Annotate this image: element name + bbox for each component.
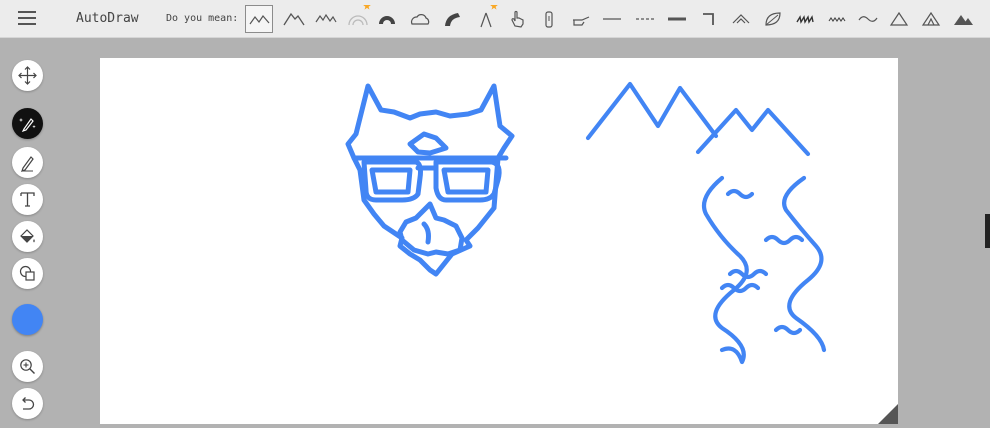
suggestion-mountain-range[interactable] bbox=[312, 5, 340, 33]
app-title: AutoDraw bbox=[76, 11, 139, 26]
zoom-in-icon bbox=[20, 359, 35, 374]
suggestion-strip bbox=[243, 5, 990, 33]
undo-icon bbox=[22, 397, 35, 410]
suggestion-line[interactable] bbox=[598, 5, 626, 33]
suggestion-mountains-outline[interactable] bbox=[245, 5, 273, 33]
undo-tool[interactable] bbox=[12, 388, 43, 419]
move-tool[interactable] bbox=[12, 60, 43, 91]
suggestion-wave-line[interactable] bbox=[854, 5, 882, 33]
owl-drawing bbox=[345, 83, 515, 277]
suggestion-grass[interactable] bbox=[791, 5, 819, 33]
autodraw-tool[interactable] bbox=[12, 108, 43, 139]
suggestion-cloud[interactable] bbox=[406, 5, 434, 33]
canvas-resize-corner[interactable] bbox=[878, 404, 898, 424]
star-icon bbox=[490, 5, 498, 10]
autodraw-icon bbox=[18, 118, 36, 133]
draw-tool[interactable] bbox=[12, 147, 43, 178]
color-picker[interactable] bbox=[12, 304, 43, 335]
fill-tool[interactable] bbox=[12, 221, 43, 252]
suggestion-pointing-hand[interactable] bbox=[567, 5, 595, 33]
fill-bucket-icon bbox=[20, 229, 35, 243]
suggestion-label: Do you mean: bbox=[166, 13, 239, 24]
menu-icon[interactable] bbox=[18, 11, 36, 25]
suggestion-dashed-line[interactable] bbox=[631, 5, 659, 33]
suggestion-camp-tent[interactable] bbox=[917, 5, 945, 33]
suggestion-bottle[interactable] bbox=[535, 5, 563, 33]
suggestion-tent[interactable] bbox=[885, 5, 913, 33]
suggestion-wave[interactable] bbox=[439, 5, 467, 33]
river-drawing bbox=[701, 175, 827, 365]
suggestion-zigzag[interactable] bbox=[823, 5, 851, 33]
suggestion-helmet[interactable] bbox=[373, 5, 401, 33]
mountains-drawing bbox=[585, 81, 811, 157]
suggestion-thick-line[interactable] bbox=[663, 5, 691, 33]
suggestion-mountain-peaks[interactable] bbox=[280, 5, 308, 33]
suggestion-leaf[interactable] bbox=[759, 5, 787, 33]
left-toolbar bbox=[0, 38, 56, 424]
shapes-icon bbox=[19, 265, 35, 281]
pencil-icon bbox=[21, 156, 34, 172]
scrollbar-handle[interactable] bbox=[985, 214, 990, 248]
suggestion-rainbow[interactable] bbox=[344, 5, 372, 33]
text-icon bbox=[20, 192, 35, 207]
type-tool[interactable] bbox=[12, 184, 43, 215]
top-bar: AutoDraw Do you mean: bbox=[0, 0, 990, 38]
drawing-canvas[interactable] bbox=[100, 58, 898, 424]
shape-tool[interactable] bbox=[12, 258, 43, 289]
suggestion-hand-pointer[interactable] bbox=[503, 5, 531, 33]
suggestion-corner-line[interactable] bbox=[695, 5, 723, 33]
move-icon bbox=[18, 66, 37, 85]
star-icon bbox=[363, 5, 371, 10]
suggestion-tent-group[interactable] bbox=[949, 5, 977, 33]
suggestion-chevron-shape[interactable] bbox=[727, 5, 755, 33]
suggestion-wishbone[interactable] bbox=[472, 5, 500, 33]
zoom-tool[interactable] bbox=[12, 351, 43, 382]
